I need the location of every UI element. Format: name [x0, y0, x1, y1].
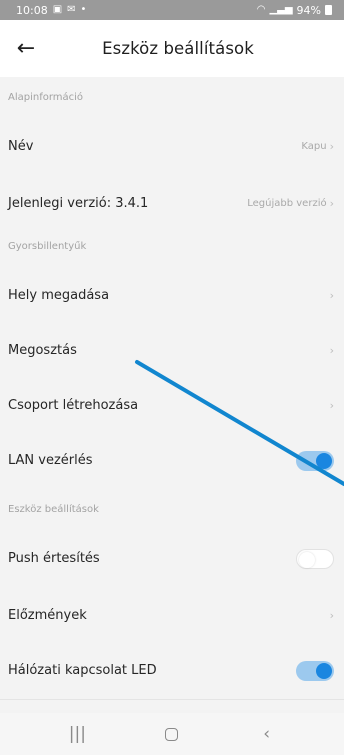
row-network-led: Hálózati kapcsolat LED — [0, 642, 344, 699]
row-version-value: Legújabb verzió — [247, 198, 327, 209]
row-share[interactable]: Megosztás › — [0, 322, 344, 379]
row-push-notification-label: Push értesítés — [8, 551, 100, 566]
row-location-right: › — [330, 289, 334, 302]
row-name-label: Név — [8, 139, 34, 154]
page-title: Eszköz beállítások — [102, 39, 254, 58]
battery-icon — [325, 5, 332, 15]
status-left: 10:08 ▣ ✉ • — [16, 4, 86, 17]
home-button[interactable] — [147, 714, 197, 754]
status-right: ◠ ▁▃▅ 94% — [257, 4, 332, 17]
row-share-label: Megosztás — [8, 343, 77, 358]
back-nav-icon[interactable]: ‹ — [242, 714, 292, 754]
signal-icon: ▁▃▅ — [269, 4, 293, 15]
battery-percent: 94% — [296, 3, 321, 17]
toggle-knob — [316, 452, 332, 469]
chevron-right-icon: › — [329, 399, 334, 412]
push-notification-toggle[interactable] — [296, 548, 334, 569]
toggle-knob — [316, 662, 332, 679]
network-led-toggle[interactable] — [296, 660, 334, 681]
row-network-led-label: Hálózati kapcsolat LED — [8, 663, 157, 678]
row-location-label: Hely megadása — [8, 288, 110, 303]
chevron-right-icon: › — [329, 344, 334, 357]
chevron-right-icon: › — [329, 609, 334, 622]
row-create-group-right: › — [330, 399, 334, 412]
row-create-group[interactable]: Csoport létrehozása › — [0, 377, 344, 434]
row-name-value: Kapu — [301, 141, 327, 152]
chevron-right-icon: › — [329, 289, 334, 302]
row-name[interactable]: Név Kapu › — [0, 118, 344, 175]
section-header-device-settings: Eszköz beállítások — [0, 489, 344, 530]
status-bar: 10:08 ▣ ✉ • ◠ ▁▃▅ 94% — [0, 0, 344, 20]
row-name-right: Kapu › — [301, 140, 334, 153]
row-share-right: › — [330, 344, 334, 357]
row-history-right: › — [330, 609, 334, 622]
chevron-right-icon: › — [329, 197, 334, 210]
chevron-right-icon: › — [329, 140, 334, 153]
divider — [0, 699, 344, 700]
back-arrow-icon[interactable]: ← — [10, 30, 42, 66]
row-version[interactable]: Jelenlegi verzió: 3.4.1 Legújabb verzió … — [0, 175, 344, 232]
recent-apps-icon[interactable]: ||| — [52, 714, 102, 754]
toggle-knob — [299, 551, 315, 568]
row-history-label: Előzmények — [8, 608, 87, 623]
gallery-icon: ▣ — [52, 4, 63, 15]
row-version-label: Jelenlegi verzió: 3.4.1 — [8, 196, 149, 211]
status-time: 10:08 — [16, 3, 48, 17]
row-location[interactable]: Hely megadása › — [0, 267, 344, 324]
bulb-icon: • — [80, 4, 87, 15]
section-header-shortcuts: Gyorsbillentyűk — [0, 226, 344, 267]
app-bar: ← Eszköz beállítások — [0, 20, 344, 77]
system-nav-bar: ||| ‹ — [0, 713, 344, 755]
mail-icon: ✉ — [67, 4, 76, 15]
row-lan-control: LAN vezérlés — [0, 432, 344, 489]
row-push-notification: Push értesítés — [0, 530, 344, 587]
row-create-group-label: Csoport létrehozása — [8, 398, 139, 413]
wifi-icon: ◠ — [256, 4, 266, 15]
row-lan-control-label: LAN vezérlés — [8, 453, 93, 468]
lan-control-toggle[interactable] — [296, 450, 334, 471]
home-icon — [165, 727, 179, 741]
row-history[interactable]: Előzmények › — [0, 587, 344, 644]
section-header-basic-info: Alapinformáció — [0, 77, 344, 118]
row-version-right: Legújabb verzió › — [247, 197, 334, 210]
